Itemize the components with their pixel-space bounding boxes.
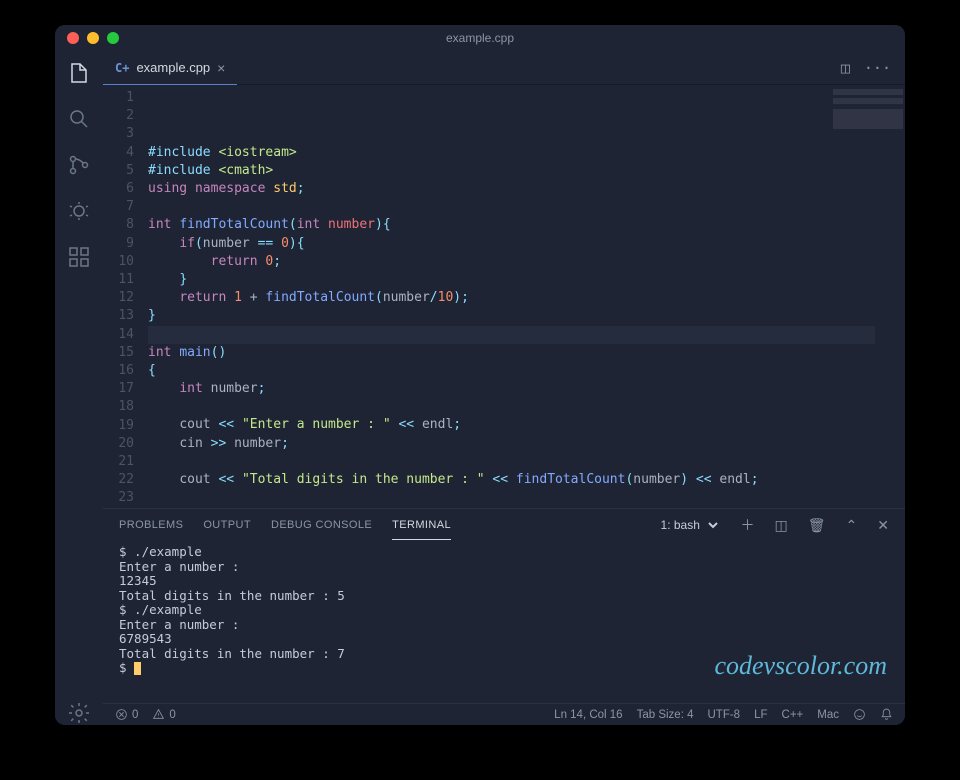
- line-number-gutter: 1234567891011121314151617181920212223: [103, 85, 148, 508]
- activity-bar: [55, 51, 103, 725]
- search-icon[interactable]: [67, 107, 91, 131]
- watermark: codevscolor.com: [714, 659, 887, 674]
- bottom-panel: PROBLEMS OUTPUT DEBUG CONSOLE TERMINAL 1…: [103, 508, 905, 703]
- status-os[interactable]: Mac: [817, 709, 839, 721]
- new-terminal-icon[interactable]: ＋: [741, 515, 755, 535]
- explorer-icon[interactable]: [67, 61, 91, 85]
- window-title: example.cpp: [55, 31, 905, 45]
- status-language[interactable]: C++: [782, 709, 804, 721]
- settings-gear-icon[interactable]: [67, 701, 91, 725]
- split-terminal-icon[interactable]: ◫: [775, 517, 788, 534]
- terminal-output: $ ./example Enter a number : 12345 Total…: [119, 544, 345, 675]
- panel-tab-output[interactable]: OUTPUT: [203, 511, 251, 539]
- tab-label: example.cpp: [136, 60, 210, 75]
- code-area[interactable]: #include <iostream>#include <cmath>using…: [148, 85, 905, 508]
- tab-example-cpp[interactable]: C+ example.cpp ×: [103, 51, 237, 84]
- kill-terminal-icon[interactable]: 🗑: [808, 517, 826, 534]
- feedback-icon[interactable]: [853, 708, 866, 721]
- status-warnings[interactable]: 0: [152, 708, 175, 721]
- terminal-selector[interactable]: 1: bash: [653, 515, 721, 535]
- terminal[interactable]: $ ./example Enter a number : 12345 Total…: [103, 541, 905, 703]
- status-eol[interactable]: LF: [754, 709, 767, 721]
- source-control-icon[interactable]: [67, 153, 91, 177]
- cpp-file-icon: C+: [115, 61, 129, 75]
- status-cursor-position[interactable]: Ln 14, Col 16: [554, 709, 622, 721]
- terminal-cursor: [134, 662, 141, 675]
- status-bar: 0 0 Ln 14, Col 16 Tab Size: 4 UTF-8 LF C…: [103, 703, 905, 725]
- status-encoding[interactable]: UTF-8: [708, 709, 741, 721]
- code-editor[interactable]: 1234567891011121314151617181920212223 #i…: [103, 85, 905, 508]
- panel-tab-debug[interactable]: DEBUG CONSOLE: [271, 511, 372, 539]
- extensions-icon[interactable]: [67, 245, 91, 269]
- minimap[interactable]: [833, 89, 903, 149]
- split-editor-icon[interactable]: ◫: [841, 59, 850, 77]
- tab-bar: C+ example.cpp × ◫ ···: [103, 51, 905, 85]
- editor-actions: ◫ ···: [841, 51, 905, 84]
- more-actions-icon[interactable]: ···: [864, 59, 891, 77]
- status-tab-size[interactable]: Tab Size: 4: [637, 709, 694, 721]
- editor-main: C+ example.cpp × ◫ ··· 12345678910111213…: [103, 51, 905, 725]
- panel-tab-terminal[interactable]: TERMINAL: [392, 511, 451, 540]
- current-line-highlight: [148, 326, 875, 344]
- debug-icon[interactable]: [67, 199, 91, 223]
- maximize-panel-icon[interactable]: ⌃: [846, 517, 858, 534]
- window-body: C+ example.cpp × ◫ ··· 12345678910111213…: [55, 51, 905, 725]
- notifications-icon[interactable]: [880, 708, 893, 721]
- panel-tab-problems[interactable]: PROBLEMS: [119, 511, 183, 539]
- close-panel-icon[interactable]: ✕: [877, 517, 889, 534]
- close-tab-icon[interactable]: ×: [217, 60, 225, 76]
- editor-window: example.cpp C+ example.cpp × ◫ ··: [55, 25, 905, 725]
- panel-tab-bar: PROBLEMS OUTPUT DEBUG CONSOLE TERMINAL 1…: [103, 509, 905, 541]
- status-errors[interactable]: 0: [115, 708, 138, 721]
- title-bar: example.cpp: [55, 25, 905, 51]
